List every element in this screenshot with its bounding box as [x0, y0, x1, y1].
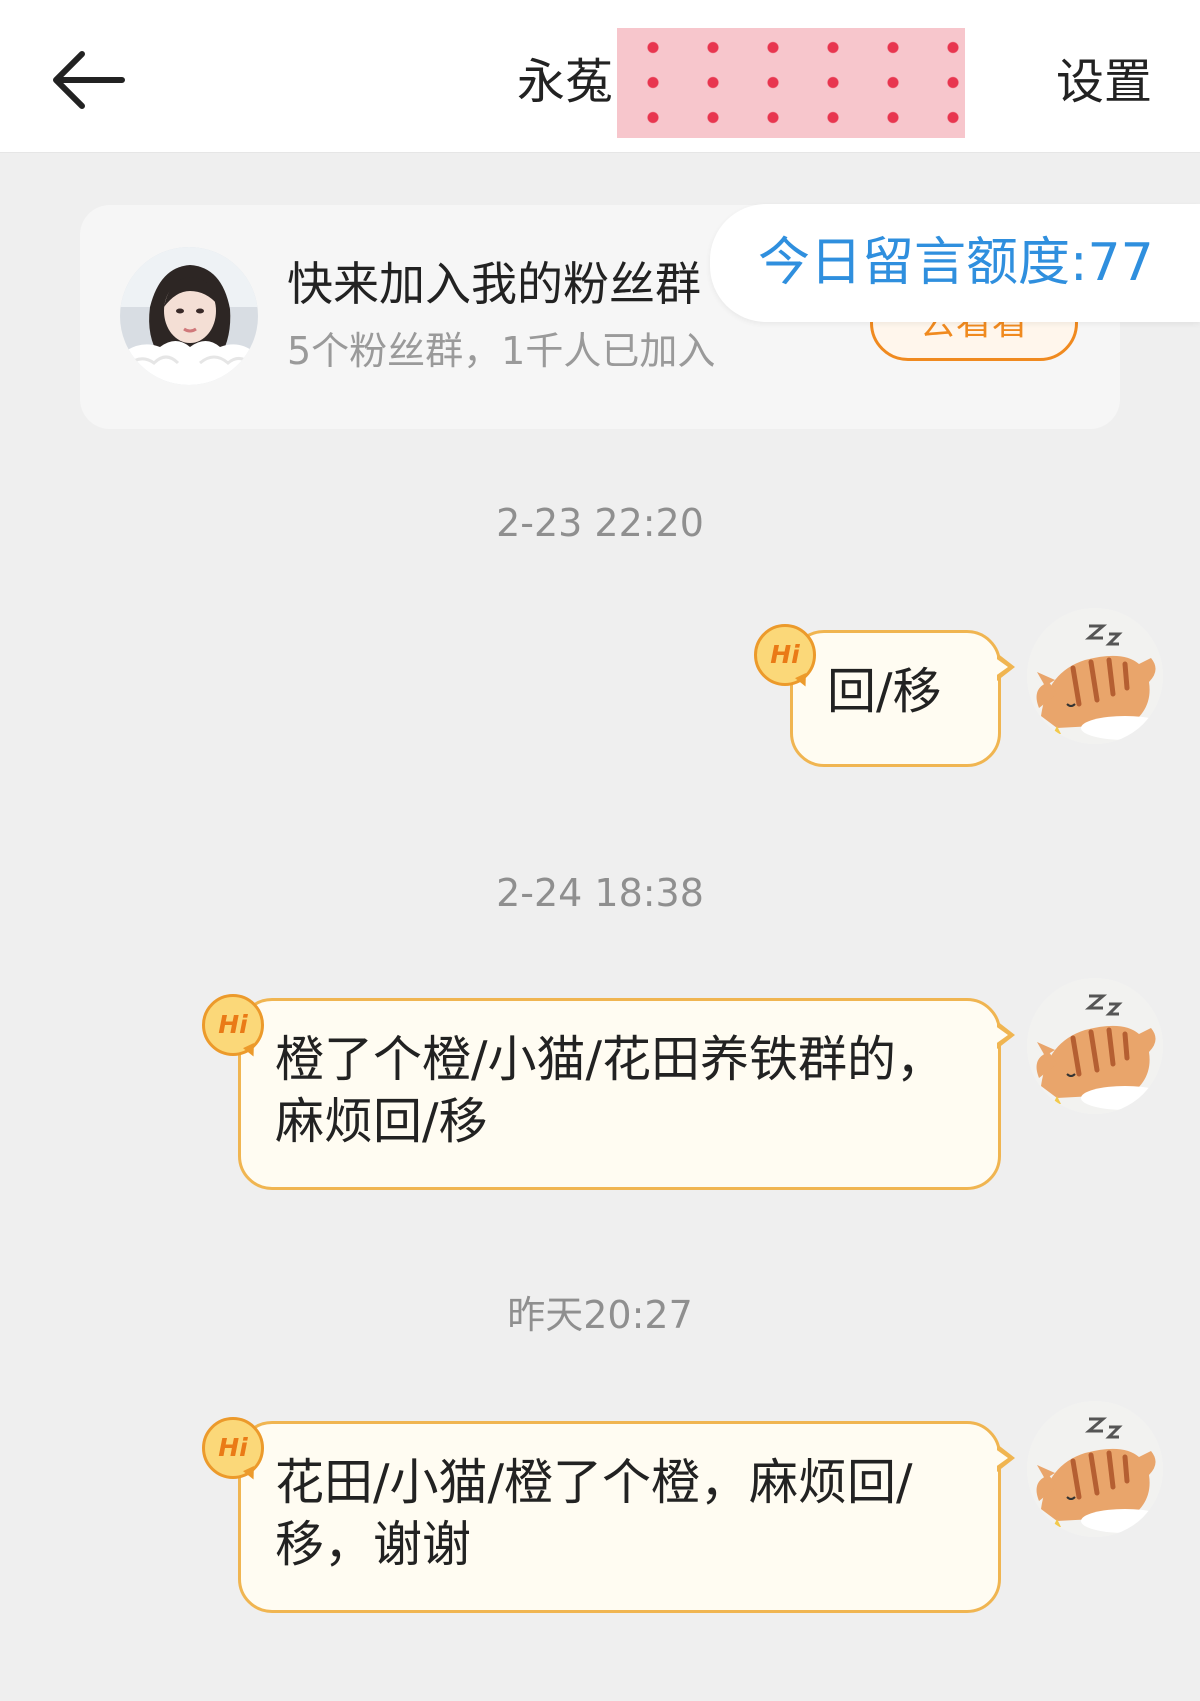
- hi-badge-icon: Hi: [202, 994, 264, 1056]
- message-quota-pill: 今日留言额度:77: [710, 204, 1200, 322]
- message-bubble[interactable]: 橙了个橙/小猫/花田养铁群的，麻烦回/移: [238, 998, 1015, 1190]
- bubble-tail: [994, 1021, 1015, 1049]
- hi-badge-icon: Hi: [202, 1417, 264, 1479]
- fan-group-title: 快来加入我的粉丝群: [287, 257, 701, 311]
- message-text: 回/移: [827, 663, 942, 720]
- avatar: [120, 247, 258, 385]
- message-text: 橙了个橙/小猫/花田养铁群的，麻烦回/移: [275, 1031, 946, 1150]
- back-button[interactable]: [48, 48, 128, 112]
- hi-badge-icon: Hi: [754, 624, 816, 686]
- cat-avatar[interactable]: [1027, 1401, 1163, 1537]
- message-text: 花田/小猫/橙了个橙，麻烦回/移，谢谢: [275, 1454, 913, 1573]
- message-bubble[interactable]: 回/移: [790, 630, 1015, 767]
- message-bubble[interactable]: 花田/小猫/橙了个橙，麻烦回/移，谢谢: [238, 1421, 1015, 1613]
- timestamp: 2-24 18:38: [496, 871, 704, 915]
- top-bar: 永菟 设置: [0, 0, 1200, 153]
- fan-group-subtitle: 5个粉丝群，1千人已加入: [287, 329, 716, 373]
- settings-button[interactable]: 设置: [1056, 50, 1152, 114]
- timestamp: 昨天20:27: [507, 1293, 693, 1337]
- back-arrow-icon: [53, 51, 125, 109]
- cat-avatar[interactable]: [1027, 978, 1163, 1114]
- chat-title: 永菟: [517, 54, 614, 110]
- cat-avatar[interactable]: [1027, 608, 1163, 744]
- bubble-tail: [994, 653, 1015, 681]
- timestamp: 2-23 22:20: [496, 501, 704, 545]
- bubble-tail: [994, 1444, 1015, 1472]
- redaction-tape: [617, 28, 965, 138]
